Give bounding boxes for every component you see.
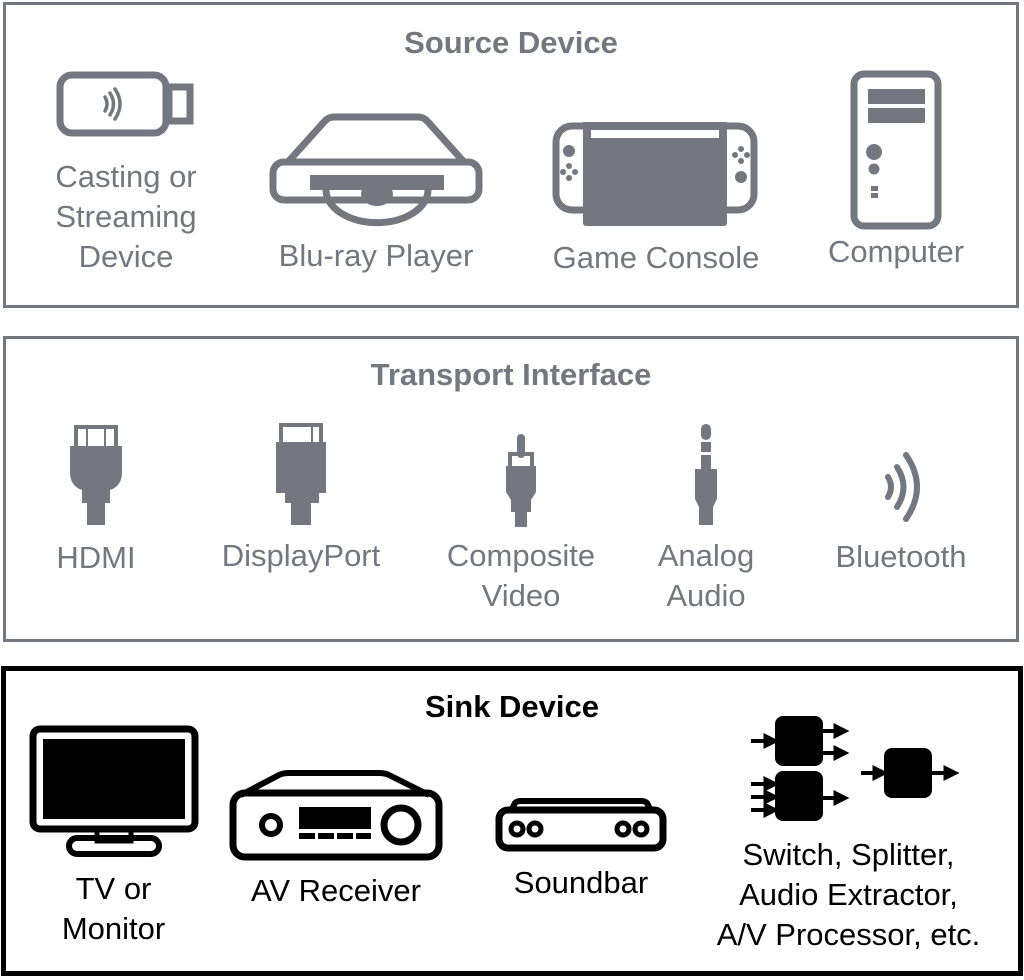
sink-item-tv: TV or Monitor [21, 725, 206, 949]
signal-processor-icon [750, 716, 959, 821]
source-item-computer: Computer [801, 70, 991, 272]
transport-item-composite: Composite Video [426, 432, 616, 616]
sink-item-processor: Switch, Splitter, Audio Extractor, A/V P… [676, 709, 1021, 955]
source-item-console: Game Console [531, 120, 781, 278]
streaming-stick-icon [56, 71, 194, 137]
transport-label: DisplayPort [221, 538, 381, 573]
transport-label: HDMI [56, 540, 136, 575]
source-item-bluray: Blu-ray Player [251, 110, 501, 276]
transport-item-bluetooth: Bluetooth [816, 449, 986, 577]
transport-item-displayport: DisplayPort [201, 422, 401, 576]
sink-label-line: Monitor [61, 911, 166, 946]
transport-interface-panel: Transport Interface HDMI DisplayPort Com… [3, 336, 1019, 642]
source-label-line: Device [78, 239, 174, 274]
sink-label: Soundbar [513, 865, 649, 900]
sink-item-av-receiver: AV Receiver [221, 767, 451, 911]
soundbar-icon [495, 798, 667, 852]
source-item-streaming: Casting or Streaming Device [26, 70, 226, 277]
game-console-icon [552, 122, 758, 226]
wireless-signal-icon [885, 452, 920, 522]
transport-label-line: Analog [657, 538, 755, 573]
source-label: Game Console [552, 240, 760, 275]
transport-label-line: Audio [666, 578, 746, 613]
av-receiver-icon [229, 770, 443, 861]
source-device-title: Source Device [404, 25, 618, 60]
source-label-line: Streaming [55, 199, 197, 234]
transport-label: Bluetooth [835, 539, 967, 574]
disc-player-icon [269, 113, 483, 227]
transport-interface-title: Transport Interface [370, 357, 652, 392]
source-label: Blu-ray Player [278, 238, 474, 273]
transport-item-analog-audio: Analog Audio [631, 422, 781, 616]
transport-item-hdmi: HDMI [36, 424, 156, 578]
source-label-line: Casting or [55, 159, 197, 194]
sink-item-soundbar: Soundbar [491, 797, 671, 903]
sink-device-panel: Sink Device TV or Monitor AV Receiver So… [1, 666, 1023, 976]
transport-label-line: Video [481, 578, 561, 613]
source-device-panel: Source Device Casting or Streaming Devic… [3, 2, 1019, 308]
rca-plug-icon [506, 434, 536, 527]
sink-label-line: Audio Extractor, [739, 877, 958, 912]
sink-label-line: Switch, Splitter, [742, 837, 955, 872]
source-label: Computer [827, 234, 965, 269]
sink-label-line: TV or [75, 871, 152, 906]
computer-tower-icon [850, 70, 942, 230]
transport-label-line: Composite [446, 538, 596, 573]
displayport-plug-icon [276, 423, 326, 525]
sink-label: AV Receiver [251, 873, 421, 908]
sink-label-line: A/V Processor, etc. [716, 917, 981, 952]
audio-jack-icon [695, 424, 717, 525]
tv-monitor-icon [29, 725, 198, 857]
hdmi-plug-icon [70, 425, 122, 525]
